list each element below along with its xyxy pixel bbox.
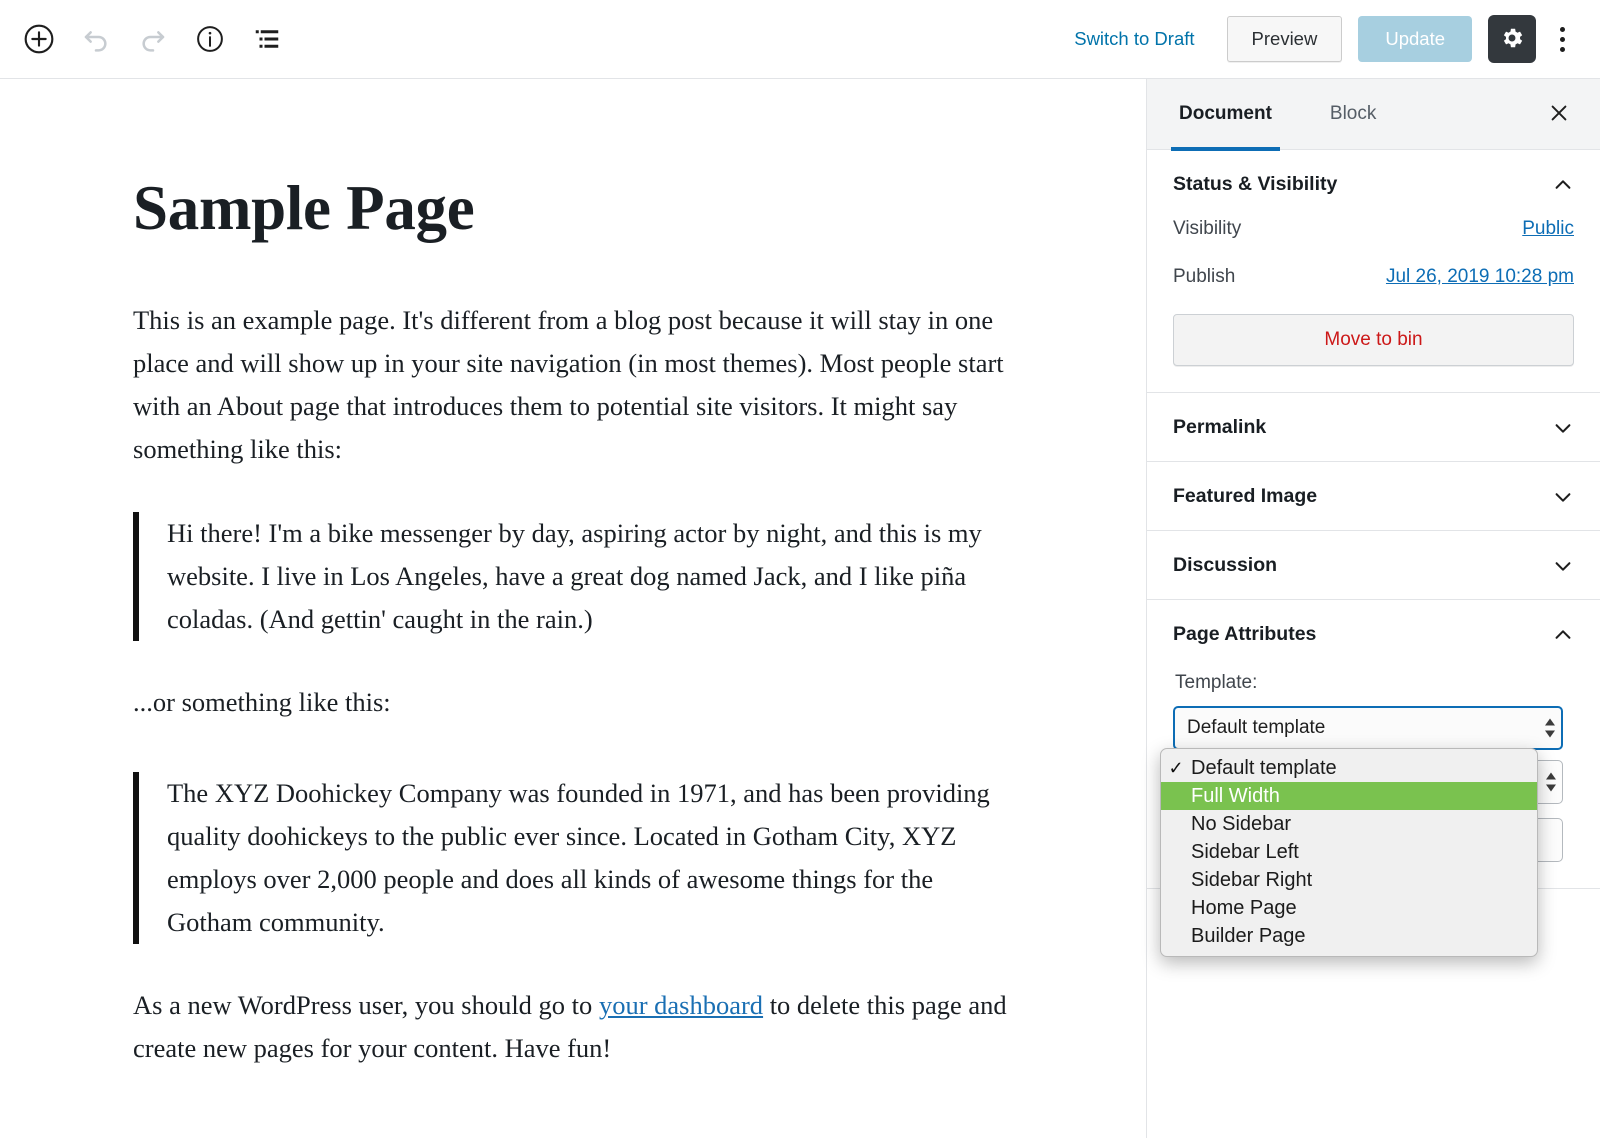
panel-body-status-visibility: Visibility Public Publish Jul 26, 2019 1… xyxy=(1147,218,1600,392)
dropdown-option-label: Sidebar Right xyxy=(1191,868,1313,891)
panel-permalink: Permalink xyxy=(1147,393,1600,462)
panel-title-discussion: Discussion xyxy=(1173,554,1278,576)
switch-to-draft-button[interactable]: Switch to Draft xyxy=(1064,22,1204,56)
wordpress-block-editor: Switch to Draft Preview Update Sample Pa… xyxy=(0,0,1600,1138)
check-icon: ✓ xyxy=(1168,757,1184,778)
visibility-value-button[interactable]: Public xyxy=(1522,218,1574,240)
ellipsis-vertical-icon xyxy=(1559,26,1565,52)
close-sidebar-button[interactable] xyxy=(1542,97,1576,131)
panel-header-featured-image[interactable]: Featured Image xyxy=(1147,462,1600,530)
dropdown-option-label: Default template xyxy=(1191,756,1337,779)
dropdown-option-full-width[interactable]: Full Width xyxy=(1161,782,1537,810)
gear-icon xyxy=(1499,25,1525,54)
panel-header-discussion[interactable]: Discussion xyxy=(1147,531,1600,599)
dropdown-option-no-sidebar[interactable]: No Sidebar xyxy=(1161,810,1537,838)
editor-canvas[interactable]: Sample Page This is an example page. It'… xyxy=(0,79,1146,1138)
dropdown-option-default-template[interactable]: ✓ Default template xyxy=(1161,754,1537,782)
content-info-icon[interactable] xyxy=(189,18,231,60)
panel-header-status-visibility[interactable]: Status & Visibility xyxy=(1147,150,1600,218)
more-options-button[interactable] xyxy=(1542,17,1582,61)
chevron-down-icon xyxy=(1552,417,1574,439)
add-block-icon[interactable] xyxy=(18,18,60,60)
dropdown-option-sidebar-right[interactable]: Sidebar Right xyxy=(1161,866,1537,894)
dropdown-option-builder-page[interactable]: Builder Page xyxy=(1161,922,1537,950)
publish-label: Publish xyxy=(1173,266,1236,287)
chevron-down-icon xyxy=(1552,486,1574,508)
template-select-value: Default template xyxy=(1187,717,1326,738)
quote-block-2[interactable]: The XYZ Doohickey Company was founded in… xyxy=(133,772,1013,944)
dropdown-option-sidebar-left[interactable]: Sidebar Left xyxy=(1161,838,1537,866)
dropdown-option-home-page[interactable]: Home Page xyxy=(1161,894,1537,922)
post-content: Sample Page This is an example page. It'… xyxy=(0,79,1013,1070)
redo-icon[interactable] xyxy=(132,18,174,60)
panel-discussion: Discussion xyxy=(1147,531,1600,600)
toolbar-left-group xyxy=(0,18,288,60)
dropdown-option-label: No Sidebar xyxy=(1191,812,1292,835)
quote-block-1[interactable]: Hi there! I'm a bike messenger by day, a… xyxy=(133,512,1013,642)
update-button: Update xyxy=(1358,15,1472,63)
panel-title-permalink: Permalink xyxy=(1173,416,1267,438)
tab-document[interactable]: Document xyxy=(1171,79,1280,151)
undo-icon[interactable] xyxy=(75,18,117,60)
toolbar-right-group: Switch to Draft Preview Update xyxy=(1064,15,1600,63)
publish-date-button[interactable]: Jul 26, 2019 10:28 pm xyxy=(1386,266,1574,288)
publish-row: Publish Jul 26, 2019 10:28 pm xyxy=(1173,266,1574,288)
panel-title-featured-image: Featured Image xyxy=(1173,485,1318,507)
panel-status-visibility: Status & Visibility Visibility Public Pu… xyxy=(1147,150,1600,393)
settings-sidebar: Document Block Status & Visibility Visib… xyxy=(1146,79,1600,1138)
sidebar-tab-bar: Document Block xyxy=(1147,79,1600,151)
visibility-row: Visibility Public xyxy=(1173,218,1574,240)
template-dropdown-menu[interactable]: ✓ Default template Full Width No Sidebar… xyxy=(1160,748,1538,957)
quote-text-2: The XYZ Doohickey Company was founded in… xyxy=(167,778,990,937)
template-select[interactable]: Default template xyxy=(1173,706,1563,750)
panel-title-page-attributes: Page Attributes xyxy=(1173,623,1317,645)
paragraph-3-text-before: As a new WordPress user, you should go t… xyxy=(133,989,599,1020)
dropdown-option-label: Home Page xyxy=(1191,896,1297,919)
dropdown-option-label: Builder Page xyxy=(1191,924,1306,947)
paragraph-block-3[interactable]: As a new WordPress user, you should go t… xyxy=(133,984,1013,1070)
preview-button[interactable]: Preview xyxy=(1226,15,1343,63)
paragraph-block-2[interactable]: ...or something like this: xyxy=(133,681,1013,724)
visibility-label: Visibility xyxy=(1173,218,1242,239)
chevron-up-icon xyxy=(1552,174,1574,196)
panel-header-page-attributes[interactable]: Page Attributes xyxy=(1147,600,1600,668)
tab-block[interactable]: Block xyxy=(1322,79,1384,150)
paragraph-block-1[interactable]: This is an example page. It's different … xyxy=(133,299,1013,471)
dropdown-option-label: Sidebar Left xyxy=(1191,840,1299,863)
panel-featured-image: Featured Image xyxy=(1147,462,1600,531)
chevron-down-icon xyxy=(1552,555,1574,577)
settings-gear-button[interactable] xyxy=(1488,15,1536,63)
move-to-bin-button[interactable]: Move to bin xyxy=(1173,314,1574,366)
dropdown-option-label: Full Width xyxy=(1191,784,1280,807)
quote-text-1: Hi there! I'm a bike messenger by day, a… xyxy=(167,518,982,635)
block-navigation-icon[interactable] xyxy=(246,18,288,60)
page-title[interactable]: Sample Page xyxy=(133,175,1013,242)
panel-header-permalink[interactable]: Permalink xyxy=(1147,393,1600,461)
close-icon xyxy=(1548,102,1570,127)
editor-toolbar: Switch to Draft Preview Update xyxy=(0,0,1600,79)
template-label: Template: xyxy=(1175,672,1258,693)
panel-title-status-visibility: Status & Visibility xyxy=(1173,173,1338,195)
dashboard-link[interactable]: your dashboard xyxy=(599,990,763,1020)
stepper-arrows-icon xyxy=(1545,772,1557,792)
stepper-arrows-icon xyxy=(1544,718,1556,738)
chevron-up-icon xyxy=(1552,624,1574,646)
